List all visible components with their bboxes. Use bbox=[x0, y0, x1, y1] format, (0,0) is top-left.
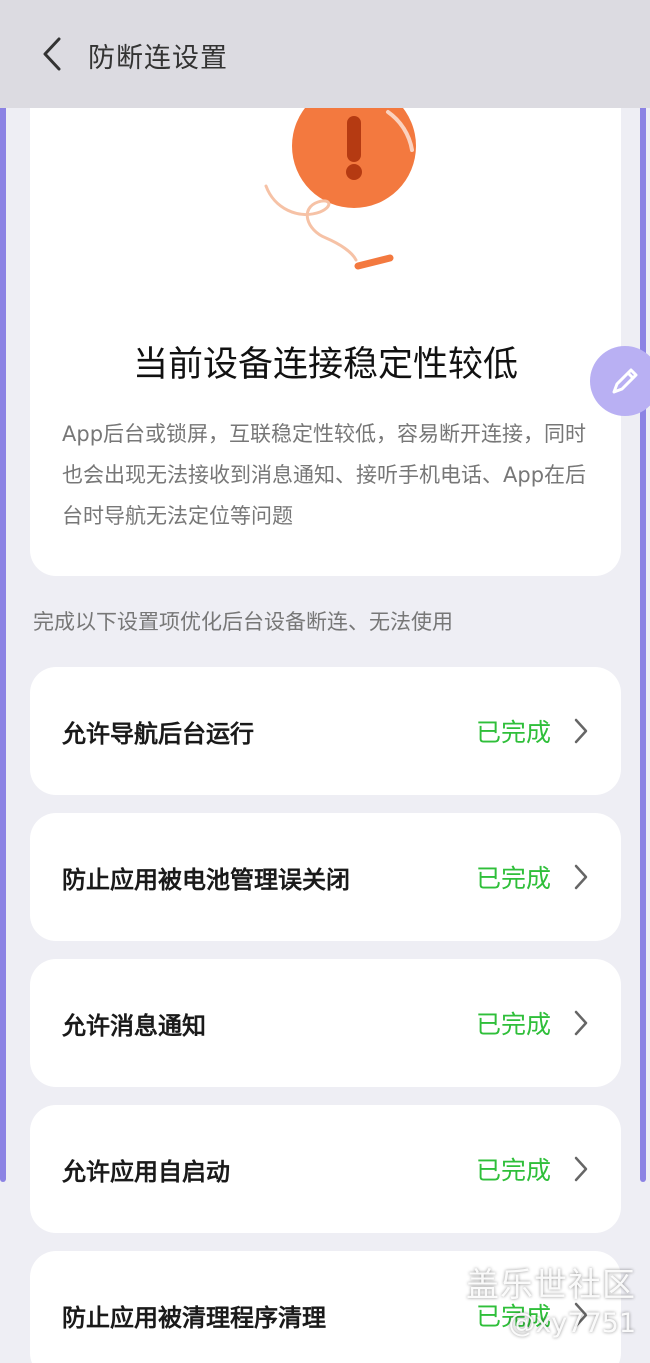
warning-exclamation-icon bbox=[264, 108, 416, 270]
setting-item-status: 已完成 bbox=[475, 1156, 551, 1185]
setting-item-label: 允许导航后台运行 bbox=[62, 719, 254, 748]
setting-item-auto-start[interactable]: 允许应用自启动 已完成 bbox=[30, 1105, 621, 1233]
edge-accent-right bbox=[640, 62, 646, 1182]
setting-item-status: 已完成 bbox=[475, 718, 551, 747]
setting-item-status: 已完成 bbox=[475, 1010, 551, 1039]
chevron-right-icon bbox=[571, 1154, 591, 1184]
chevron-left-icon bbox=[43, 37, 61, 71]
setting-item-label: 防止应用被电池管理误关闭 bbox=[62, 865, 350, 894]
settings-hint: 完成以下设置项优化后台设备断连、无法使用 bbox=[33, 610, 453, 634]
chevron-right-icon bbox=[571, 716, 591, 746]
page-title: 防断连设置 bbox=[88, 43, 228, 74]
setting-item-label: 允许应用自启动 bbox=[62, 1157, 230, 1186]
setting-item-background-navigation[interactable]: 允许导航后台运行 已完成 bbox=[30, 667, 621, 795]
setting-item-notifications[interactable]: 允许消息通知 已完成 bbox=[30, 959, 621, 1087]
page: 防断连设置 当前设备连接稳定性较低 App后台或锁屏，互联稳定性较低，容易断开连… bbox=[0, 0, 650, 1363]
pen-icon bbox=[612, 368, 638, 394]
warning-title: 当前设备连接稳定性较低 bbox=[132, 345, 518, 385]
edge-accent-left bbox=[0, 62, 6, 1182]
top-bar: 防断连设置 bbox=[0, 0, 650, 108]
setting-item-status: 已完成 bbox=[475, 864, 551, 893]
watermark-user: @xy7751 bbox=[508, 1308, 636, 1339]
warning-description: App后台或锁屏，互联稳定性较低，容易断开连接，同时也会出现无法接收到消息通知、… bbox=[62, 422, 587, 528]
chevron-right-icon bbox=[571, 1008, 591, 1038]
watermark-site: 盖乐世社区 bbox=[466, 1265, 636, 1304]
setting-item-battery-management[interactable]: 防止应用被电池管理误关闭 已完成 bbox=[30, 813, 621, 941]
warning-card: 当前设备连接稳定性较低 App后台或锁屏，互联稳定性较低，容易断开连接，同时也会… bbox=[30, 108, 621, 576]
setting-item-label: 防止应用被清理程序清理 bbox=[62, 1303, 326, 1332]
setting-item-label: 允许消息通知 bbox=[62, 1011, 206, 1040]
watermark: 盖乐世社区 @xy7751 bbox=[466, 1258, 636, 1339]
back-button[interactable] bbox=[32, 34, 72, 74]
chevron-right-icon bbox=[571, 862, 591, 892]
